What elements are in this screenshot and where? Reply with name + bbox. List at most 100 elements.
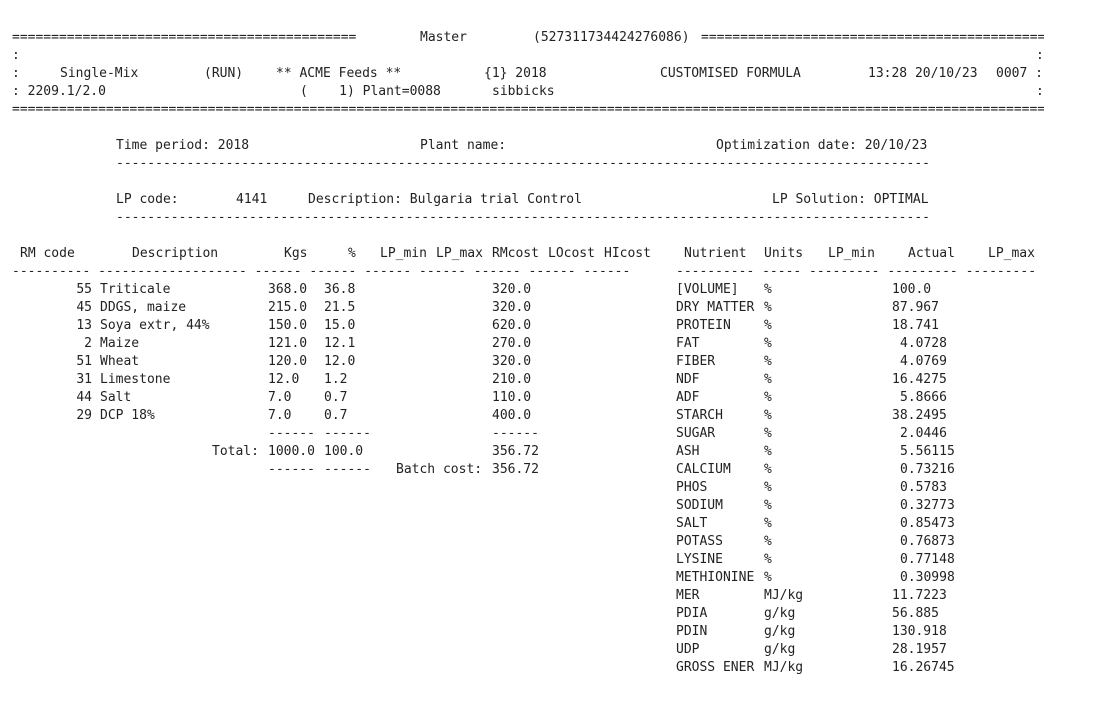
rm-header-code: RM code <box>20 246 75 261</box>
nutrient-actual: 0.73216 <box>900 462 955 477</box>
rm-pct: 12.0 <box>324 354 356 369</box>
rm-code: 44 <box>76 390 92 405</box>
nutrient-name: [VOLUME] <box>676 282 739 297</box>
rm-header-lpmax: LP_max <box>436 246 483 261</box>
nutrient-actual: 0.77148 <box>900 552 955 567</box>
subtotal-rule-cost: ------ <box>492 426 539 441</box>
nutrient-actual: 130.918 <box>892 624 947 639</box>
lp-description: Description: Bulgaria trial Control <box>308 192 582 207</box>
rm-description: Salt <box>100 390 132 405</box>
header-left-colon: : <box>12 66 20 81</box>
nutrient-units: % <box>764 516 772 531</box>
nutrient-units: % <box>764 390 772 405</box>
rm-code: 45 <box>76 300 92 315</box>
rm-code: 2 <box>84 336 92 351</box>
nutrient-name: POTASS <box>676 534 723 549</box>
nutrient-units: % <box>764 444 772 459</box>
rm-pct: 15.0 <box>324 318 356 333</box>
rm-cost: 320.0 <box>492 354 532 369</box>
nutrient-units: % <box>764 336 772 351</box>
nutrient-actual: 0.5783 <box>900 480 947 495</box>
header-bottom-rule: ========================================… <box>12 102 1044 117</box>
rm-pct: 36.8 <box>324 282 356 297</box>
nutrient-name: FIBER <box>676 354 716 369</box>
rm-cost: 210.0 <box>492 372 532 387</box>
nutrient-name: LYSINE <box>676 552 723 567</box>
nutrient-actual: 5.56115 <box>900 444 955 459</box>
nutrient-actual: 5.8666 <box>900 390 947 405</box>
nutrient-units: % <box>764 354 772 369</box>
rm-header-hicost: HIcost <box>604 246 651 261</box>
rm-cost: 320.0 <box>492 282 532 297</box>
lp-code-label: LP code: <box>116 192 179 207</box>
nutrient-name: PDIN <box>676 624 708 639</box>
nutrient-units: MJ/kg <box>764 660 804 675</box>
nutrient-header-actual: Actual <box>908 246 955 261</box>
nutrient-actual: 0.32773 <box>900 498 955 513</box>
version-line: : 2209.1/2.0 <box>12 84 106 99</box>
nutrient-units: % <box>764 534 772 549</box>
nutrient-actual: 100.0 <box>892 282 932 297</box>
rm-header-description: Description <box>132 246 219 261</box>
rm-description: Triticale <box>100 282 171 297</box>
nutrient-actual: 16.4275 <box>892 372 947 387</box>
header-top-rule-left: ========================================… <box>12 30 356 45</box>
nutrient-actual: 4.0769 <box>900 354 947 369</box>
header-top-rule-right: ========================================… <box>701 30 1044 45</box>
nutrient-actual: 11.7223 <box>892 588 947 603</box>
plant-line: ( 1) Plant=0088 <box>300 84 441 99</box>
nutrient-header-lpmin: LP_min <box>828 246 875 261</box>
nutrient-name: DRY MATTER <box>676 300 755 315</box>
rm-code: 31 <box>76 372 92 387</box>
nutrient-actual: 56.885 <box>892 606 939 621</box>
nutrient-units: % <box>764 372 772 387</box>
rm-code: 29 <box>76 408 92 423</box>
rm-kgs: 7.0 <box>268 408 292 423</box>
nutrient-actual: 0.85473 <box>900 516 955 531</box>
rm-kgs: 368.0 <box>268 282 308 297</box>
nutrient-name: PHOS <box>676 480 708 495</box>
period-code: {1} 2018 <box>484 66 547 81</box>
rm-description: DCP 18% <box>100 408 155 423</box>
rm-pct: 0.7 <box>324 390 348 405</box>
nutrient-name: GROSS ENER <box>676 660 755 675</box>
mix-type: Single-Mix <box>60 66 139 81</box>
nutrient-name: CALCIUM <box>676 462 731 477</box>
nutrient-actual: 2.0446 <box>900 426 947 441</box>
rm-kgs: 120.0 <box>268 354 308 369</box>
nutrient-name: PDIA <box>676 606 708 621</box>
nutrient-name: ASH <box>676 444 700 459</box>
nutrient-units: % <box>764 552 772 567</box>
nutrient-units: % <box>764 408 772 423</box>
rm-code: 13 <box>76 318 92 333</box>
nutrient-units: % <box>764 480 772 495</box>
rm-cost: 620.0 <box>492 318 532 333</box>
rm-code: 51 <box>76 354 92 369</box>
rm-description: Soya extr, 44% <box>100 318 210 333</box>
header-right-colon: : <box>1036 48 1044 63</box>
rm-description: Limestone <box>100 372 171 387</box>
nutrient-units: g/kg <box>764 624 796 639</box>
total-rule-pct: ------ <box>324 462 371 477</box>
rm-header-locost: LOcost <box>548 246 595 261</box>
nutrient-units: % <box>764 282 772 297</box>
nutrient-actual: 18.741 <box>892 318 939 333</box>
nutrient-actual: 87.967 <box>892 300 939 315</box>
rm-cost: 320.0 <box>492 300 532 315</box>
rm-code: 55 <box>76 282 92 297</box>
total-rule-kgs: ------ <box>268 462 315 477</box>
nutrient-actual: 0.76873 <box>900 534 955 549</box>
nutrient-name: FAT <box>676 336 700 351</box>
nutrient-units: g/kg <box>764 606 796 621</box>
master-id: (527311734424276086) <box>533 30 690 45</box>
rm-cost: 400.0 <box>492 408 532 423</box>
nutrient-name: SALT <box>676 516 708 531</box>
nutrient-header-rule: ---------- ----- --------- --------- ---… <box>676 264 1037 279</box>
subtotal-rule-pct: ------ <box>324 426 371 441</box>
nutrient-actual: 4.0728 <box>900 336 947 351</box>
rm-pct: 12.1 <box>324 336 356 351</box>
rm-kgs: 121.0 <box>268 336 308 351</box>
nutrient-units: % <box>764 426 772 441</box>
nutrient-name: SODIUM <box>676 498 723 513</box>
header-datetime: 13:28 20/10/23 <box>868 66 978 81</box>
